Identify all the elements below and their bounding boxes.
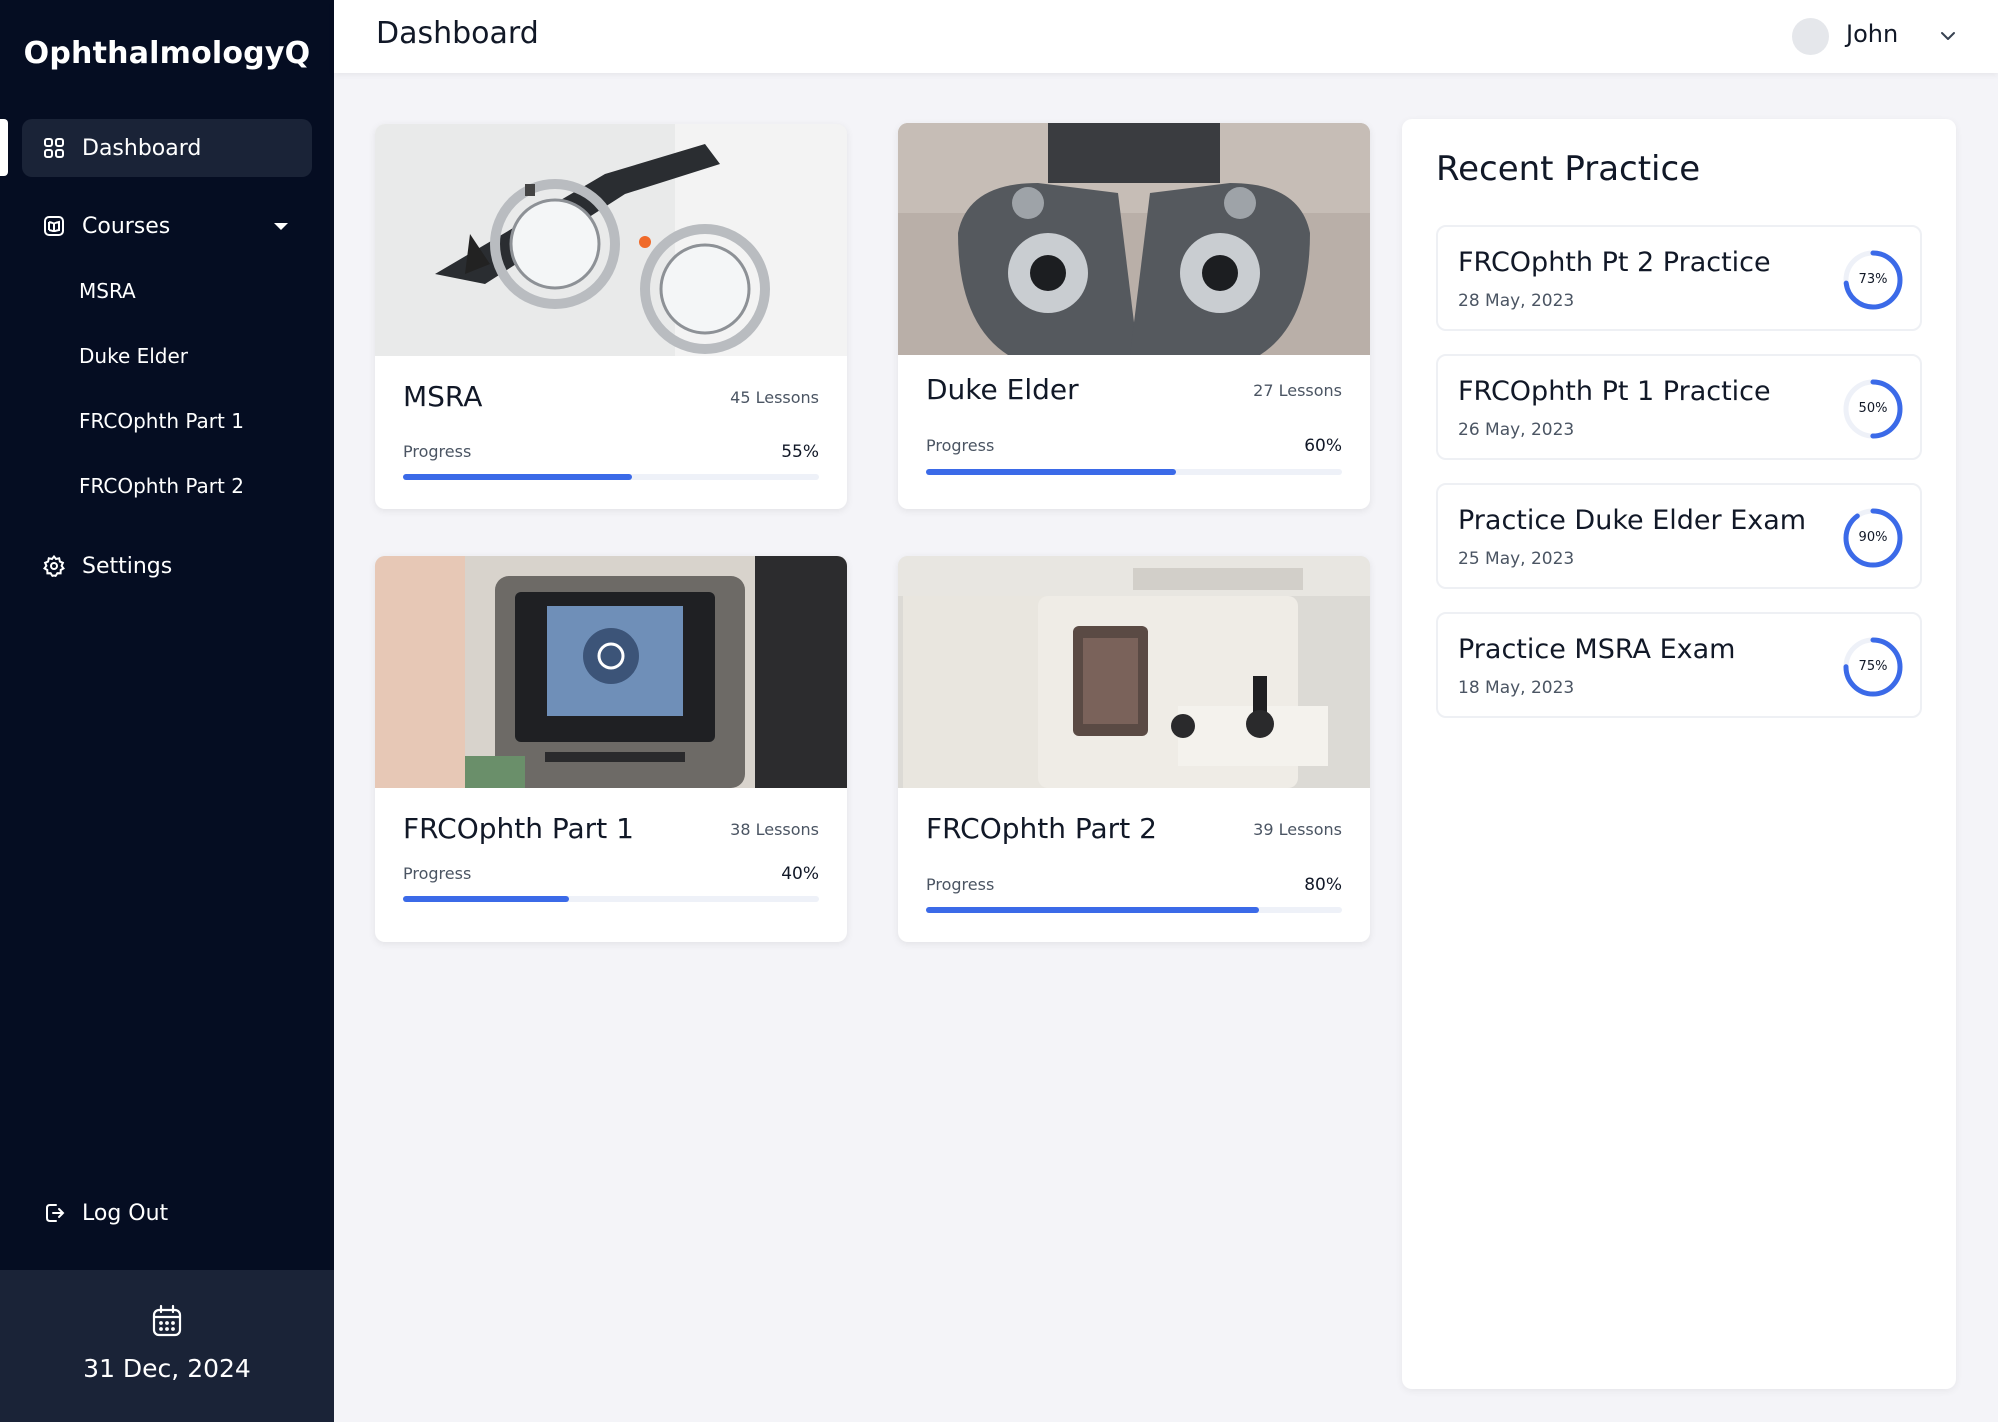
- sidebar-item-label: Log Out: [82, 1200, 169, 1226]
- brand-logo: OphthalmologyQ: [23, 36, 311, 71]
- sidebar: OphthalmologyQ Dashboard Courses MSRA Du…: [0, 0, 334, 1422]
- course-title: MSRA: [403, 380, 483, 413]
- sidebar-item-logout[interactable]: Log Out: [22, 1184, 312, 1242]
- caret-down-icon[interactable]: [274, 223, 288, 230]
- lesson-count: 45 Lessons: [730, 388, 819, 407]
- course-title: Duke Elder: [926, 373, 1079, 406]
- sidebar-item-label: Courses: [82, 213, 171, 239]
- progress-label: Progress: [403, 864, 472, 883]
- score-value: 73%: [1858, 272, 1888, 287]
- course-card-duke-elder[interactable]: Duke Elder 27 Lessons Progress 60%: [898, 123, 1370, 509]
- score-value: 50%: [1858, 401, 1888, 416]
- practice-item[interactable]: Practice MSRA Exam 18 May, 2023 75%: [1436, 612, 1922, 718]
- sidebar-subitem-msra[interactable]: MSRA: [79, 279, 136, 303]
- lesson-count: 38 Lessons: [730, 820, 819, 839]
- progress-value: 80%: [1304, 875, 1342, 895]
- practice-title: FRCOphth Pt 2 Practice: [1458, 247, 1771, 278]
- progress-bar: [403, 474, 819, 480]
- sidebar-item-dashboard[interactable]: Dashboard: [22, 119, 312, 177]
- course-card-frcophth-part-2[interactable]: FRCOphth Part 2 39 Lessons Progress 80%: [898, 556, 1370, 942]
- page-title: Dashboard: [376, 16, 539, 51]
- practice-title: Practice MSRA Exam: [1458, 634, 1736, 665]
- progress-label: Progress: [926, 436, 995, 455]
- avatar[interactable]: [1792, 18, 1829, 55]
- practice-item[interactable]: FRCOphth Pt 2 Practice 28 May, 2023 73%: [1436, 225, 1922, 331]
- grid-icon: [44, 138, 64, 158]
- practice-title: Practice Duke Elder Exam: [1458, 505, 1807, 536]
- practice-item[interactable]: FRCOphth Pt 1 Practice 26 May, 2023 50%: [1436, 354, 1922, 460]
- book-icon: [44, 216, 64, 236]
- course-card-frcophth-part-1[interactable]: FRCOphth Part 1 38 Lessons Progress 40%: [375, 556, 847, 942]
- progress-fill: [926, 469, 1176, 475]
- lesson-count: 27 Lessons: [1253, 381, 1342, 400]
- phoropter-image: [898, 123, 1370, 355]
- progress-value: 40%: [781, 864, 819, 884]
- practice-title: FRCOphth Pt 1 Practice: [1458, 376, 1771, 407]
- eye-scanner-image: [375, 556, 847, 788]
- progress-label: Progress: [403, 442, 472, 461]
- progress-bar: [926, 469, 1342, 475]
- sidebar-item-settings[interactable]: Settings: [22, 537, 312, 595]
- progress-bar: [926, 907, 1342, 913]
- sidebar-subitem-duke-elder[interactable]: Duke Elder: [79, 344, 188, 368]
- active-indicator: [0, 119, 8, 176]
- lesson-count: 39 Lessons: [1253, 820, 1342, 839]
- date-footer: 31 Dec, 2024: [0, 1270, 334, 1422]
- sidebar-item-courses[interactable]: Courses: [22, 197, 312, 255]
- score-value: 90%: [1858, 530, 1888, 545]
- sidebar-item-label: Settings: [82, 553, 173, 579]
- current-date: 31 Dec, 2024: [83, 1354, 251, 1383]
- logout-icon: [46, 1204, 65, 1222]
- practice-date: 28 May, 2023: [1458, 291, 1575, 311]
- sidebar-subitem-frcophth-part-2[interactable]: FRCOphth Part 2: [79, 474, 244, 498]
- progress-label: Progress: [926, 875, 995, 894]
- progress-value: 60%: [1304, 436, 1342, 456]
- practice-date: 26 May, 2023: [1458, 420, 1575, 440]
- trial-frame-image: [375, 124, 847, 356]
- panel-title: Recent Practice: [1436, 149, 1701, 189]
- progress-bar: [403, 896, 819, 902]
- practice-date: 25 May, 2023: [1458, 549, 1575, 569]
- user-name[interactable]: John: [1846, 20, 1898, 48]
- progress-fill: [403, 474, 632, 480]
- progress-value: 55%: [781, 442, 819, 462]
- course-title: FRCOphth Part 1: [403, 812, 634, 845]
- gear-icon: [43, 554, 65, 578]
- ophthalmic-device-image: [898, 556, 1370, 788]
- sidebar-item-label: Dashboard: [82, 135, 202, 161]
- course-card-msra[interactable]: MSRA 45 Lessons Progress 55%: [375, 124, 847, 509]
- sidebar-subitem-frcophth-part-1[interactable]: FRCOphth Part 1: [79, 409, 244, 433]
- top-header: Dashboard John: [334, 0, 1998, 73]
- chevron-down-icon[interactable]: [1938, 26, 1958, 46]
- recent-practice-panel: Recent Practice FRCOphth Pt 2 Practice 2…: [1402, 119, 1956, 1389]
- progress-fill: [403, 896, 570, 902]
- course-title: FRCOphth Part 2: [926, 812, 1157, 845]
- score-value: 75%: [1858, 659, 1888, 674]
- practice-date: 18 May, 2023: [1458, 678, 1575, 698]
- progress-fill: [926, 907, 1259, 913]
- calendar-icon: [152, 1304, 182, 1337]
- practice-item[interactable]: Practice Duke Elder Exam 25 May, 2023 90…: [1436, 483, 1922, 589]
